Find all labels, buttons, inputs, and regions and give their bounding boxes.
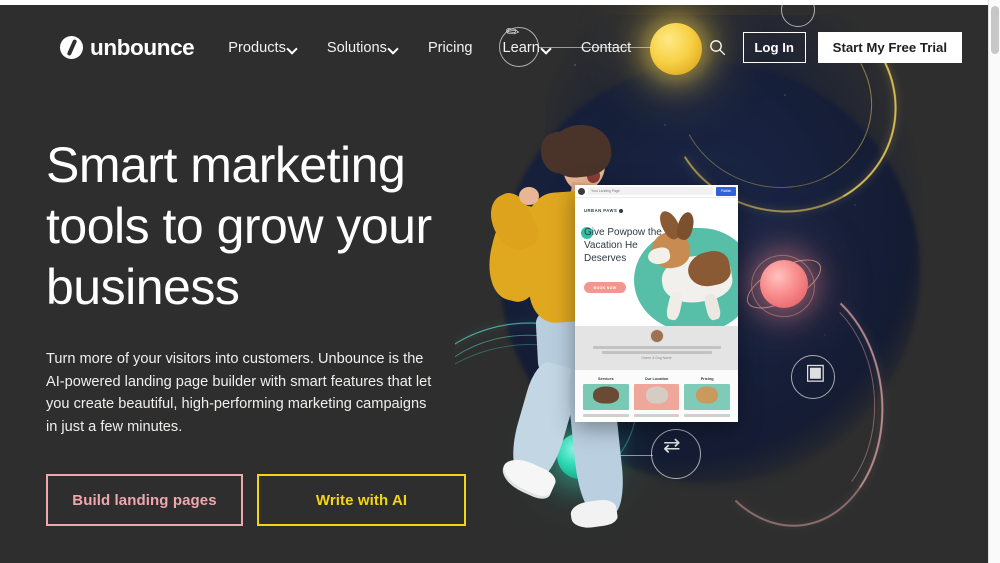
search-icon <box>710 40 726 56</box>
chevron-down-icon <box>389 45 398 54</box>
mockup-logo-icon <box>578 187 585 195</box>
hero-subcopy: Turn more of your visitors into customer… <box>46 351 432 435</box>
mockup-card-title: Our Location <box>644 377 669 381</box>
ab-test-arrows-icon: ⇄ <box>663 434 681 457</box>
mockup-caption: Owner & Dog Name <box>641 356 672 360</box>
nav-item-label: Products <box>228 39 286 56</box>
mockup-cta-button: BOOK NOW <box>584 282 626 293</box>
search-button[interactable] <box>705 35 731 61</box>
write-with-ai-button[interactable]: Write with AI <box>257 474 466 527</box>
logo-wordmark: unbounce <box>90 34 195 60</box>
mockup-card: Services <box>583 377 629 417</box>
design-swatch-icon: ▣ <box>805 359 826 384</box>
mockup-testimonial-section: Owner & Dog Name <box>575 326 738 370</box>
nav-item-solutions[interactable]: Solutions <box>325 34 400 62</box>
nav-item-products[interactable]: Products <box>226 34 299 62</box>
mockup-card-title: Pricing <box>700 377 714 381</box>
nav-item-label: Contact <box>580 39 632 56</box>
scrollbar-thumb[interactable] <box>991 6 999 54</box>
person-hand-left <box>519 187 539 205</box>
mockup-card-text-placeholder <box>684 414 731 417</box>
mockup-card-dog <box>592 386 619 404</box>
nav-item-pricing[interactable]: Pricing <box>426 34 475 62</box>
mockup-card-title: Services <box>598 377 614 381</box>
login-button[interactable]: Log In <box>742 32 806 63</box>
nav-item-learn[interactable]: Learn <box>501 34 553 62</box>
mockup-card: Our Location <box>633 377 680 417</box>
mockup-brand-mark-icon <box>618 208 623 213</box>
nav-actions: Log In Start My Free Trial <box>705 32 962 63</box>
unbounce-circle-logo-icon <box>60 36 83 59</box>
chevron-down-icon <box>542 45 551 54</box>
mockup-card-image <box>633 384 680 410</box>
landing-page-mockup: Your Landing Page Publish URBAN PAWS Giv… <box>575 185 738 422</box>
mockup-card: Pricing <box>684 377 731 417</box>
mockup-browser-bar: Your Landing Page Publish <box>575 185 738 198</box>
mockup-headline: Give Powpow the Vacation He Deserves <box>584 227 662 264</box>
mockup-card-image <box>684 384 731 410</box>
mockup-hero-section: URBAN PAWS Give Powpow the Vacation He D… <box>575 198 738 326</box>
nav-item-label: Learn <box>502 39 540 56</box>
hero-headline: Smart marketing tools to grow your busin… <box>46 137 432 315</box>
mockup-brand-name: URBAN PAWS <box>584 208 623 213</box>
vertical-scrollbar[interactable] <box>988 0 1000 563</box>
site-navigation: unbounce Products Solutions Pricing Lear… <box>0 5 988 90</box>
nav-item-label: Solutions <box>326 39 387 56</box>
nav-item-contact[interactable]: Contact <box>579 34 633 62</box>
mockup-cards-row: Services Our Location Pricing <box>575 370 738 417</box>
dog-ear-right <box>674 210 697 242</box>
mockup-text-placeholder <box>592 346 721 349</box>
hero-cta-row: Build landing pages Write with AI <box>46 474 466 527</box>
nav-links: Products Solutions Pricing Learn Contact <box>226 34 633 62</box>
browser-page: ✎ ▣ ⇄ Your Landing Page Publish URBAN PA… <box>0 0 1000 563</box>
mockup-brand-text: URBAN PAWS <box>584 208 618 213</box>
mockup-publish-button: Publish <box>716 186 736 196</box>
page-viewport: ✎ ▣ ⇄ Your Landing Page Publish URBAN PA… <box>0 5 988 563</box>
hero-content: Smart marketing tools to grow your busin… <box>46 135 466 527</box>
start-free-trial-button[interactable]: Start My Free Trial <box>817 32 962 63</box>
mockup-url-field: Your Landing Page <box>588 187 713 195</box>
unbounce-logo[interactable]: unbounce <box>60 34 195 61</box>
mockup-card-dog <box>645 386 668 404</box>
mockup-card-text-placeholder <box>583 414 629 417</box>
mockup-card-text-placeholder <box>633 414 680 417</box>
glowing-orb-pink-icon <box>760 260 808 308</box>
build-landing-pages-button[interactable]: Build landing pages <box>46 474 243 527</box>
mockup-text-placeholder <box>601 351 712 354</box>
mockup-card-dog <box>696 386 719 404</box>
chevron-down-icon <box>288 45 297 54</box>
mockup-card-image <box>583 384 629 410</box>
mockup-avatar <box>649 329 664 343</box>
nav-item-label: Pricing <box>427 39 473 56</box>
